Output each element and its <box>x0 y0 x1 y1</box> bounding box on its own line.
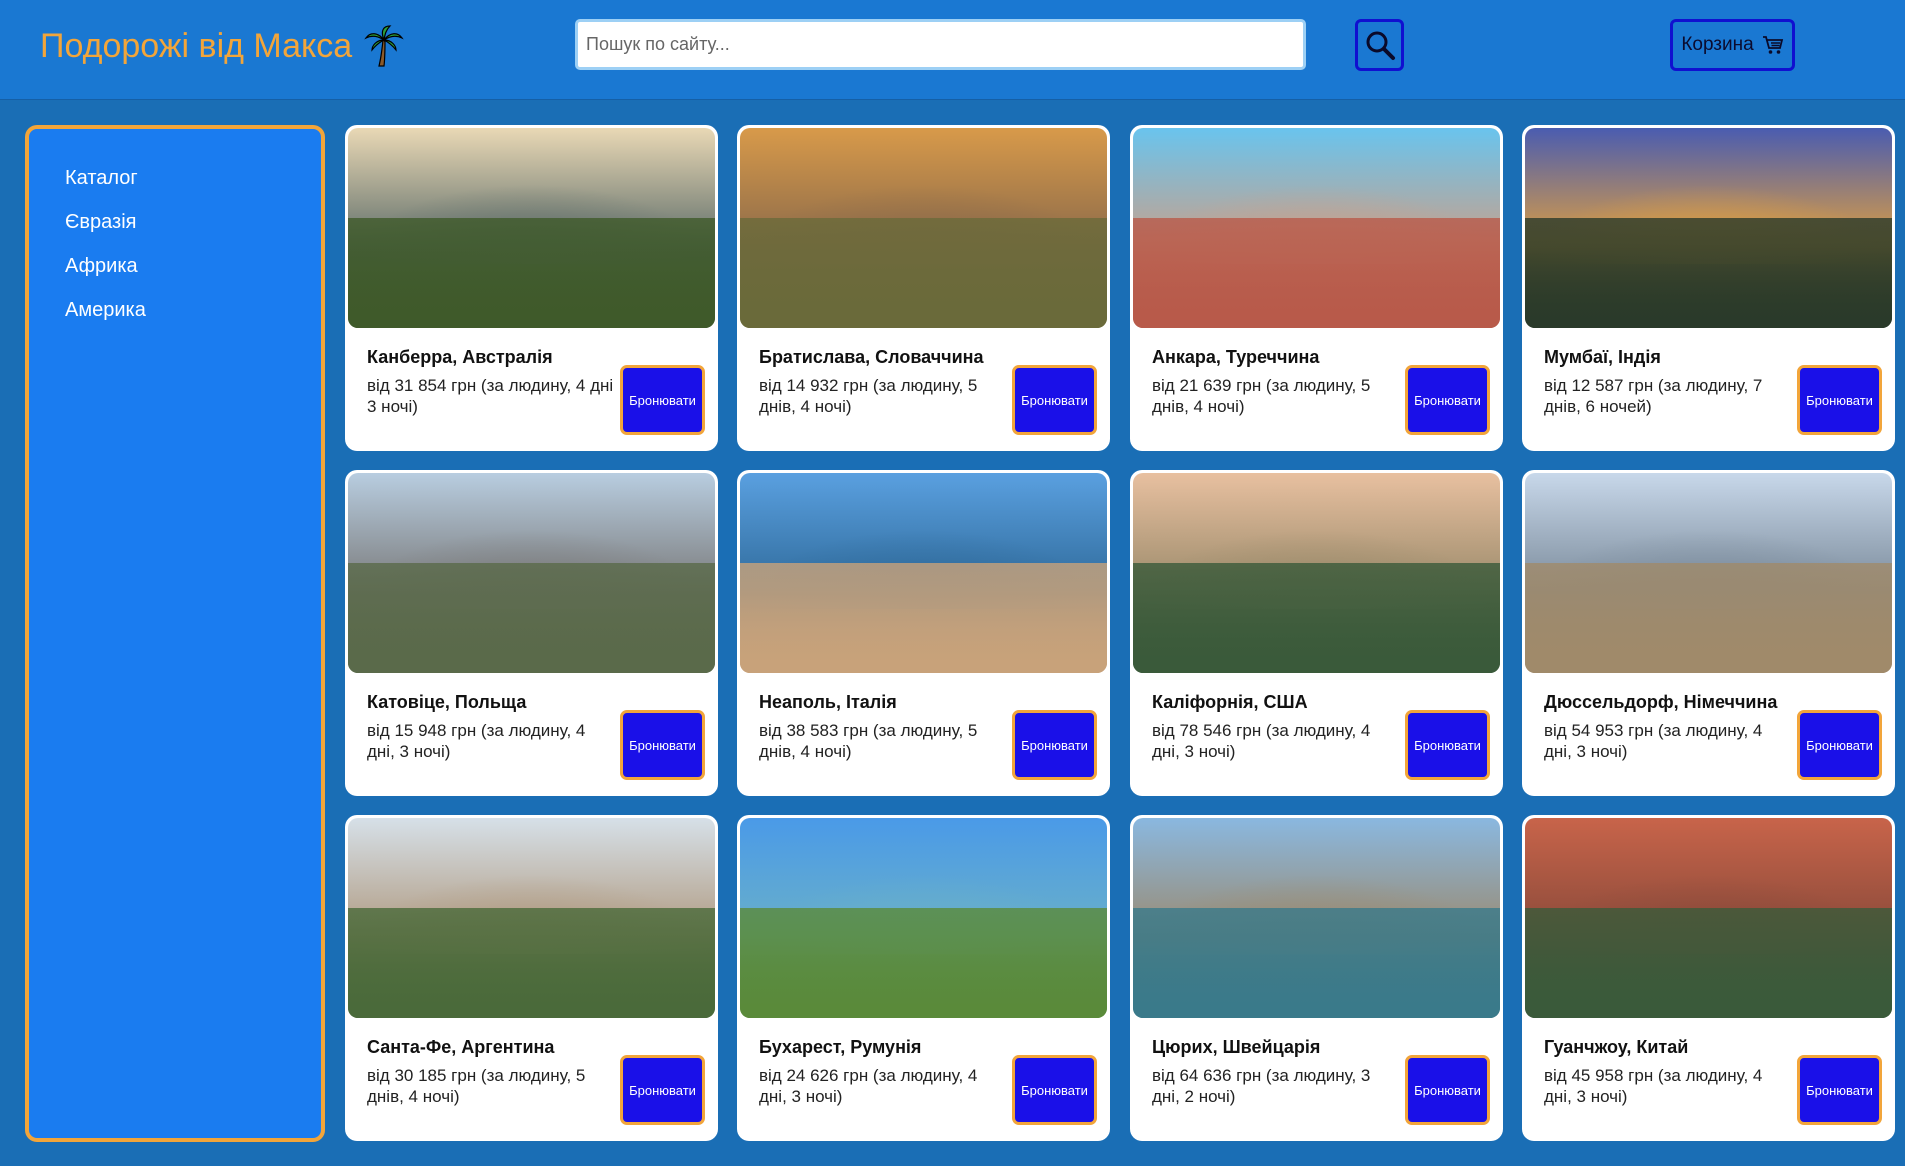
tour-title: Дюссельдорф, Німеччина <box>1544 692 1778 712</box>
tour-photo <box>1133 128 1500 328</box>
search-icon <box>1366 31 1395 60</box>
tour-title: Мумбаї, Індія <box>1544 347 1661 367</box>
shopping-cart-icon <box>1762 36 1783 54</box>
tour-card: Мумбаї, Індія від 12 587 грн (за людину,… <box>1522 125 1895 451</box>
tour-card: Санта-Фе, Аргентина від 30 185 грн (за л… <box>345 815 718 1141</box>
sidebar-item-catalog[interactable]: Каталог <box>65 165 321 209</box>
tour-photo <box>348 473 715 673</box>
tour-price: від 54 953 грн (за людину, 4 дні, 3 ночі… <box>1544 721 1763 761</box>
tour-title: Неаполь, Італія <box>759 692 897 712</box>
tour-photo <box>1525 818 1892 1018</box>
book-button[interactable]: Бронювати <box>1012 1055 1097 1125</box>
search-button[interactable] <box>1355 19 1404 71</box>
book-button[interactable]: Бронювати <box>1012 365 1097 435</box>
tour-card: Каліфорнія, США від 78 546 грн (за людин… <box>1130 470 1503 796</box>
tour-price: від 15 948 грн (за людину, 4 дні, 3 ночі… <box>367 721 586 761</box>
tour-photo <box>1525 473 1892 673</box>
book-button[interactable]: Бронювати <box>1405 365 1490 435</box>
tour-card: Канберра, Австралія від 31 854 грн (за л… <box>345 125 718 451</box>
book-button[interactable]: Бронювати <box>620 1055 705 1125</box>
tour-price: від 38 583 грн (за людину, 5 днів, 4 ноч… <box>759 721 978 761</box>
tour-card: Цюрих, Швейцарія від 64 636 грн (за люди… <box>1130 815 1503 1141</box>
tour-price: від 64 636 грн (за людину, 3 дні, 2 ночі… <box>1152 1066 1371 1106</box>
book-button[interactable]: Бронювати <box>1405 1055 1490 1125</box>
tour-price: від 45 958 грн (за людину, 4 дні, 3 ночі… <box>1544 1066 1763 1106</box>
tour-photo <box>348 128 715 328</box>
tour-title: Анкара, Туреччина <box>1152 347 1320 367</box>
tour-title: Бухарест, Румунія <box>759 1037 922 1057</box>
tour-price: від 30 185 грн (за людину, 5 днів, 4 ноч… <box>367 1066 586 1106</box>
tour-photo <box>1133 818 1500 1018</box>
tour-title: Санта-Фе, Аргентина <box>367 1037 555 1057</box>
site-logo[interactable]: Подорожі від Макса <box>40 24 404 68</box>
logo-text: Подорожі від Макса <box>40 26 353 65</box>
book-button[interactable]: Бронювати <box>1797 1055 1882 1125</box>
tour-card: Бухарест, Румунія від 24 626 грн (за люд… <box>737 815 1110 1141</box>
tour-price: від 24 626 грн (за людину, 4 дні, 3 ночі… <box>759 1066 978 1106</box>
tour-title: Цюрих, Швейцарія <box>1152 1037 1321 1057</box>
cart-label: Корзина <box>1681 34 1754 55</box>
tour-card: Катовіце, Польща від 15 948 грн (за люди… <box>345 470 718 796</box>
sidebar-item-america[interactable]: Америка <box>65 297 321 341</box>
tour-photo <box>740 473 1107 673</box>
tour-price: від 21 639 грн (за людину, 5 днів, 4 ноч… <box>1152 376 1371 416</box>
cart-button[interactable]: Корзина <box>1670 19 1795 71</box>
book-button[interactable]: Бронювати <box>620 365 705 435</box>
site-header: Подорожі від Макса Корзина <box>0 0 1905 100</box>
tour-photo <box>348 818 715 1018</box>
tour-price: від 14 932 грн (за людину, 5 днів, 4 ноч… <box>759 376 978 416</box>
tour-card: Дюссельдорф, Німеччина від 54 953 грн (з… <box>1522 470 1895 796</box>
tour-card: Анкара, Туреччина від 21 639 грн (за люд… <box>1130 125 1503 451</box>
tour-price: від 12 587 грн (за людину, 7 днів, 6 ноч… <box>1544 376 1763 416</box>
tour-price: від 31 854 грн (за людину, 4 дні 3 ночі) <box>367 376 614 416</box>
tour-title: Братислава, Словаччина <box>759 347 984 367</box>
tour-title: Катовіце, Польща <box>367 692 527 712</box>
tour-title: Канберра, Австралія <box>367 347 553 367</box>
tour-photo <box>1133 473 1500 673</box>
tour-title: Каліфорнія, США <box>1152 692 1308 712</box>
book-button[interactable]: Бронювати <box>1797 710 1882 780</box>
book-button[interactable]: Бронювати <box>1012 710 1097 780</box>
book-button[interactable]: Бронювати <box>620 710 705 780</box>
tour-title: Гуанчжоу, Китай <box>1544 1037 1689 1057</box>
book-button[interactable]: Бронювати <box>1405 710 1490 780</box>
tour-photo <box>1525 128 1892 328</box>
sidebar-nav: Каталог Євразія Африка Америка <box>25 125 325 1142</box>
search-input[interactable] <box>575 19 1306 70</box>
tour-photo <box>740 818 1107 1018</box>
palm-tree-icon <box>364 25 404 67</box>
tour-card: Неаполь, Італія від 38 583 грн (за людин… <box>737 470 1110 796</box>
sidebar-item-africa[interactable]: Африка <box>65 253 321 297</box>
tour-photo <box>740 128 1107 328</box>
tour-price: від 78 546 грн (за людину, 4 дні, 3 ночі… <box>1152 721 1371 761</box>
sidebar-item-eurasia[interactable]: Євразія <box>65 209 321 253</box>
book-button[interactable]: Бронювати <box>1797 365 1882 435</box>
tour-card: Братислава, Словаччина від 14 932 грн (з… <box>737 125 1110 451</box>
tour-card: Гуанчжоу, Китай від 45 958 грн (за людин… <box>1522 815 1895 1141</box>
